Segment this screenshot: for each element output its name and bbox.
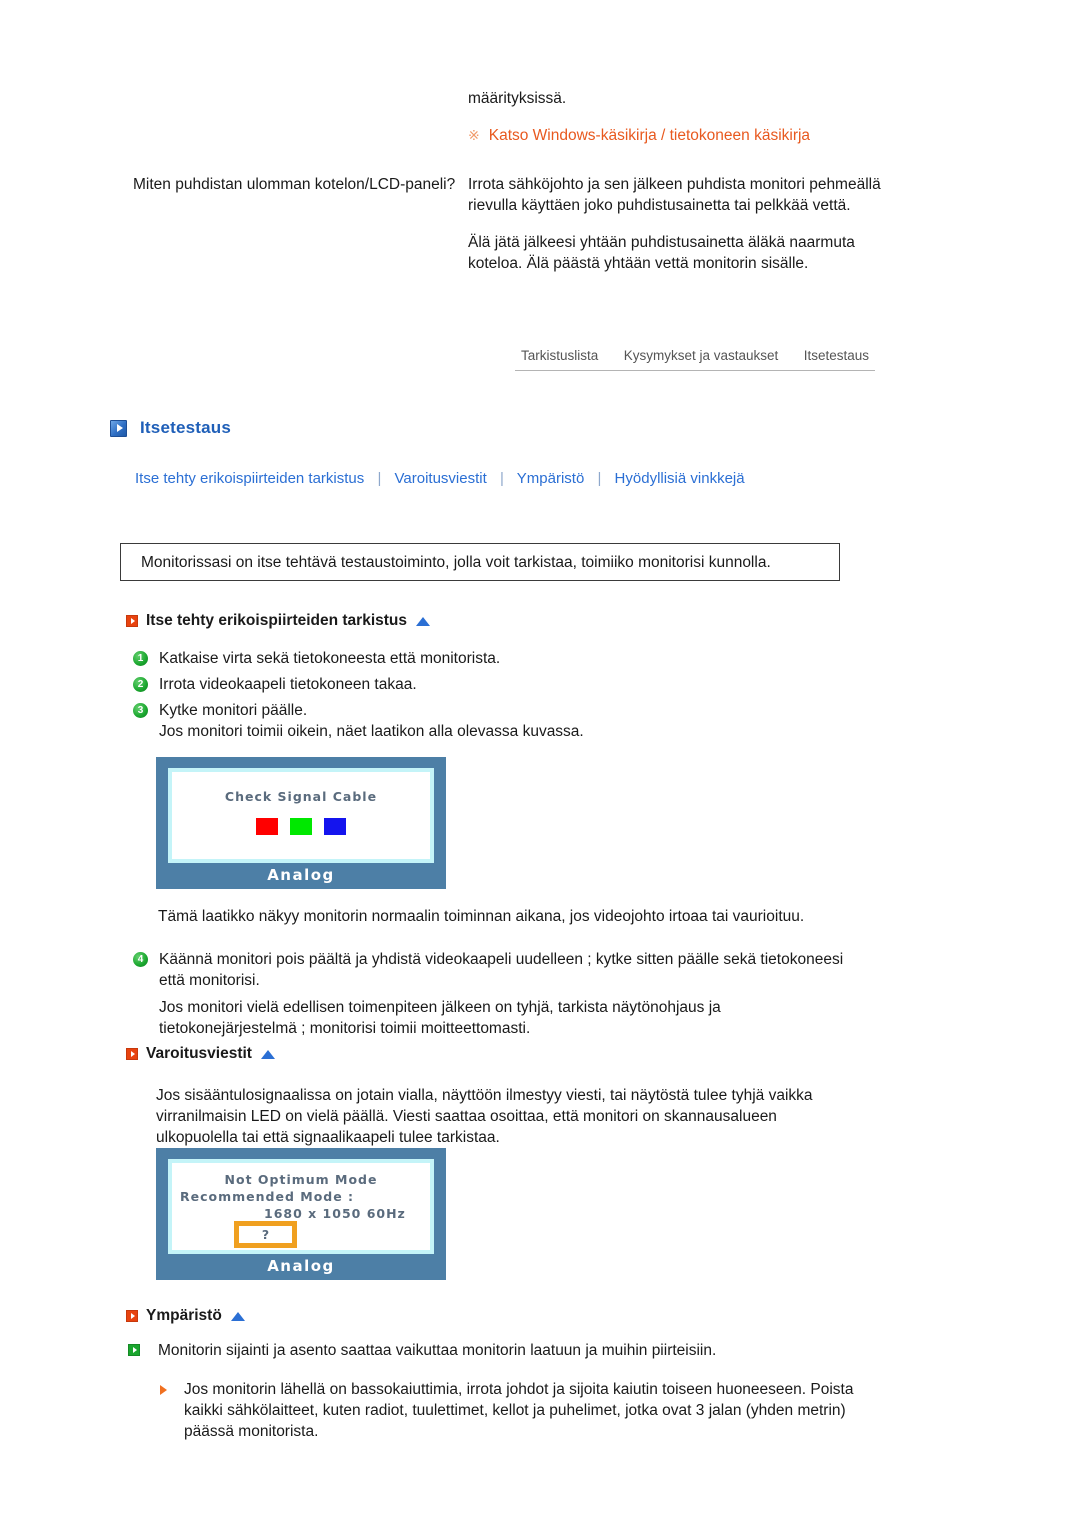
tab-kysymykset-ja-vastaukset[interactable]: Kysymykset ja vastaukset — [624, 348, 779, 363]
environment-item: Monitorin sijainti ja asento saattaa vai… — [128, 1340, 868, 1361]
tab-tarkistuslista[interactable]: Tarkistuslista — [521, 348, 598, 363]
faq-continuation-block: määrityksissä. ※ Katso Windows-käsikirja… — [133, 88, 893, 274]
section-tabbar: Tarkistuslista Kysymykset ja vastaukset … — [515, 348, 875, 371]
orange-triangle-bullet-icon — [160, 1385, 174, 1395]
back-to-top-arrow-icon[interactable] — [260, 1049, 275, 1059]
step-number-badge: 3 — [133, 703, 148, 718]
subheading-warnings-label: Varoitusviestit — [146, 1045, 252, 1062]
step-number-badge: 1 — [133, 651, 148, 666]
self-test-after-steps-text: Jos monitori toimii oikein, näet laatiko… — [159, 723, 584, 740]
intro-callout-text: Monitorissasi on itse tehtävä testaustoi… — [141, 553, 771, 571]
step-text: Irrota videokaapeli tietokoneen takaa. — [159, 676, 417, 693]
faq-continuation-text: määrityksissä. — [468, 90, 567, 107]
subheading-environment-label: Ympäristö — [146, 1307, 222, 1324]
monitor-osd-image-check-signal-cable: Check Signal Cable Analog — [156, 757, 446, 889]
document-page: määrityksissä. ※ Katso Windows-käsikirja… — [0, 0, 1080, 1528]
osd-question-box: ? — [234, 1221, 297, 1248]
faq-note-row: ※ Katso Windows-käsikirja / tietokoneen … — [133, 125, 893, 174]
osd-recommended-mode-text: Recommended Mode : — [180, 1189, 355, 1204]
green-play-square-icon — [128, 1344, 140, 1356]
reference-mark-icon: ※ — [468, 127, 480, 143]
orange-play-square-icon — [126, 1048, 138, 1060]
subheading-warnings: Varoitusviestit — [126, 1045, 275, 1063]
step-number-badge: 4 — [133, 952, 148, 967]
faq-answer-paragraph-1: Irrota sähköjohto ja sen jälkeen puhdist… — [468, 176, 881, 214]
tabbar-divider — [515, 370, 875, 371]
faq-question: Miten puhdistan ulomman kotelon/LCD-pane… — [133, 176, 456, 193]
green-swatch-icon — [290, 818, 312, 835]
faq-row: Miten puhdistan ulomman kotelon/LCD-pane… — [133, 174, 893, 274]
link-hyodyllisia-vinkkeja[interactable]: Hyödyllisiä vinkkejä — [615, 470, 745, 487]
page-title-label: Itsetestaus — [140, 418, 232, 437]
step-text: Kytke monitori päälle. — [159, 702, 308, 719]
list-item: 3 Kytke monitori päälle. — [133, 700, 833, 721]
osd-resolution-text: 1680 x 1050 60Hz — [264, 1206, 406, 1221]
subheading-self-test-label: Itse tehty erikoispiirteiden tarkistus — [146, 612, 408, 629]
monitor-osd-image-not-optimum-mode: Not Optimum Mode Recommended Mode : 1680… — [156, 1148, 446, 1280]
self-test-step4-note: Jos monitori vielä edellisen toimenpitee… — [159, 999, 721, 1037]
subheading-environment: Ympäristö — [126, 1307, 245, 1325]
link-itse-tehty-erikoispiirteiden-tarkistus[interactable]: Itse tehty erikoispiirteiden tarkistus — [135, 470, 364, 487]
list-item: 4 Käännä monitori pois päältä ja yhdistä… — [133, 949, 863, 991]
red-swatch-icon — [256, 818, 278, 835]
orange-play-square-icon — [126, 615, 138, 627]
environment-subitem-text: Jos monitorin lähellä on bassokaiuttimia… — [184, 1381, 854, 1440]
link-varoitusviestit[interactable]: Varoitusviestit — [395, 470, 487, 487]
back-to-top-arrow-icon[interactable] — [230, 1311, 245, 1321]
monitor-screen: Check Signal Cable — [168, 768, 434, 863]
link-ymparisto[interactable]: Ympäristö — [517, 470, 585, 487]
environment-subitem: Jos monitorin lähellä on bassokaiuttimia… — [160, 1379, 860, 1442]
list-item: 1 Katkaise virta sekä tietokoneesta että… — [133, 648, 833, 669]
monitor-frame-label: Analog — [267, 1257, 335, 1275]
subheading-self-test: Itse tehty erikoispiirteiden tarkistus — [126, 612, 431, 630]
monitor-frame-label: Analog — [267, 866, 335, 884]
blue-swatch-icon — [324, 818, 346, 835]
link-separator: | — [597, 470, 602, 487]
step-number-badge: 2 — [133, 677, 148, 692]
self-test-step-list: 1 Katkaise virta sekä tietokoneesta että… — [133, 648, 833, 726]
step-text: Käännä monitori pois päältä ja yhdistä v… — [159, 951, 844, 989]
monitor-screen: Not Optimum Mode Recommended Mode : 1680… — [168, 1159, 434, 1254]
blue-play-square-icon — [110, 419, 127, 437]
self-test-step4-list: 4 Käännä monitori pois päältä ja yhdistä… — [133, 949, 863, 996]
list-item: 2 Irrota videokaapeli tietokoneen takaa. — [133, 674, 833, 695]
environment-item-text: Monitorin sijainti ja asento saattaa vai… — [158, 1342, 717, 1359]
faq-note: ※ Katso Windows-käsikirja / tietokoneen … — [468, 125, 893, 146]
orange-play-square-icon — [126, 1310, 138, 1322]
osd-not-optimum-mode-text: Not Optimum Mode — [224, 1172, 378, 1187]
faq-answer-paragraph-2: Älä jätä jälkeesi yhtään puhdistusainett… — [468, 234, 855, 272]
faq-continuation-row: määrityksissä. — [133, 88, 893, 109]
intro-callout-box: Monitorissasi on itse tehtävä testaustoi… — [120, 543, 840, 581]
link-separator: | — [499, 470, 504, 487]
warnings-body-text: Jos sisääntulosignaalissa on jotain vial… — [156, 1087, 813, 1146]
faq-note-text: Katso Windows-käsikirja / tietokoneen kä… — [488, 127, 811, 144]
tab-itsetestaus[interactable]: Itsetestaus — [804, 348, 869, 363]
page-title: Itsetestaus — [110, 418, 231, 438]
section-link-row: Itse tehty erikoispiirteiden tarkistus |… — [135, 470, 745, 487]
back-to-top-arrow-icon[interactable] — [416, 616, 431, 626]
caption-after-monitor-image: Tämä laatikko näkyy monitorin normaalin … — [158, 908, 805, 925]
link-separator: | — [377, 470, 382, 487]
step-text: Katkaise virta sekä tietokoneesta että m… — [159, 650, 501, 667]
osd-check-signal-cable-text: Check Signal Cable — [224, 789, 378, 804]
rgb-swatch-row — [172, 818, 430, 835]
